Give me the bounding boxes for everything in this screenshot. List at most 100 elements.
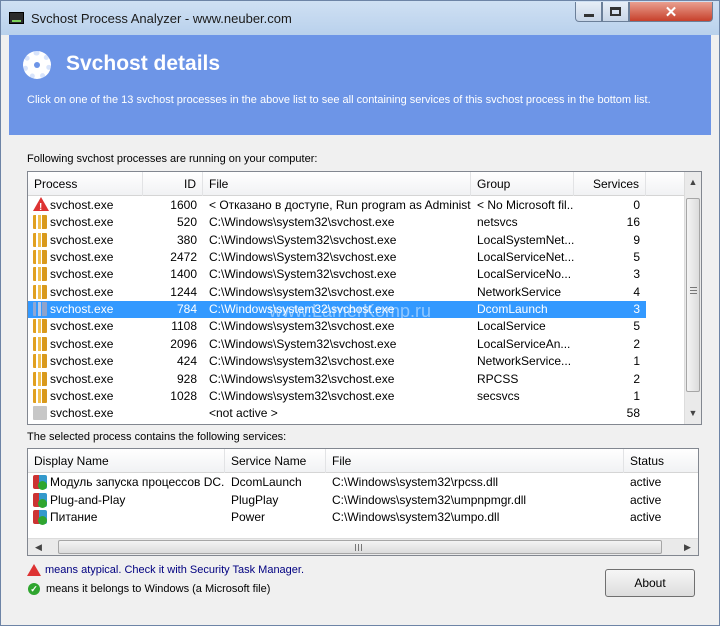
legend-atypical: means atypical. Check it with Security T… xyxy=(27,564,304,577)
process-row[interactable]: svchost.exe 1028 C:\Windows\system32\svcho… xyxy=(28,388,646,405)
process-cell-services: 3 xyxy=(633,302,640,317)
maximize-button[interactable] xyxy=(602,2,629,22)
service-cell-file: C:\Windows\system32\umpo.dll xyxy=(332,510,500,524)
process-cell-process: svchost.exe xyxy=(50,232,114,247)
scroll-up-icon[interactable]: ▲ xyxy=(685,174,701,191)
process-cell-file: C:\Windows\system32\svchost.exe xyxy=(209,284,395,299)
process-cell-process: svchost.exe xyxy=(50,302,114,317)
process-cell-id: 1600 xyxy=(170,198,197,212)
service-cell-status: active xyxy=(630,510,662,524)
app-icon xyxy=(9,12,24,24)
process-cell-group: NetworkService... xyxy=(477,354,572,369)
process-row[interactable]: svchost.exe 2472 C:\Windows\System32\svcho… xyxy=(28,249,646,266)
service-row[interactable]: Питание Power C:\Windows\system32\umpo.dll… xyxy=(28,509,698,526)
warning-icon xyxy=(27,564,41,577)
process-cell-file: C:\Windows\System32\svchost.exe xyxy=(209,336,397,351)
process-row[interactable]: svchost.exe 1244 C:\Windows\system32\svcho… xyxy=(28,284,646,301)
process-cell-group: NetworkService xyxy=(477,284,562,299)
service-cell-display_name: Plug-and-Play xyxy=(50,492,126,507)
services-list[interactable]: Display Name Service Name File Status Мо… xyxy=(27,448,699,556)
process-row[interactable]: svchost.exe 424 C:\Windows\system32\svchos… xyxy=(28,353,646,370)
process-cell-services: 1 xyxy=(633,388,640,403)
process-row[interactable]: svchost.exe 928 C:\Windows\system32\svchos… xyxy=(28,371,646,388)
process-cell-process: svchost.exe xyxy=(50,198,114,212)
scroll-thumb[interactable] xyxy=(58,540,662,554)
process-cell-process: svchost.exe xyxy=(50,336,114,351)
service-row[interactable]: Plug-and-Play PlugPlay C:\Windows\system32… xyxy=(28,492,698,509)
column-header-group[interactable]: Group xyxy=(471,172,574,196)
title-bar[interactable]: Svchost Process Analyzer - www.neuber.co… xyxy=(1,1,719,35)
process-cell-services: 5 xyxy=(633,250,640,265)
process-cell-services: 2 xyxy=(633,336,640,351)
column-header-process[interactable]: Process xyxy=(28,172,143,196)
maximize-icon xyxy=(610,7,621,16)
minimize-button[interactable] xyxy=(575,2,602,22)
header-description: Click on one of the 13 svchost processes… xyxy=(27,94,651,106)
process-cell-process: svchost.exe xyxy=(50,371,114,386)
column-header-file[interactable]: File xyxy=(326,449,624,473)
process-row[interactable]: svchost.exe 1600 < Отказано в доступе, Run… xyxy=(28,197,646,216)
close-button[interactable]: ✕ xyxy=(629,2,713,22)
process-cell-file: <not active > xyxy=(209,406,278,421)
check-icon: ✓ xyxy=(28,583,40,596)
services-list-hscrollbar[interactable]: ◀ ▶ xyxy=(28,538,698,555)
process-cell-id: 380 xyxy=(176,232,197,247)
process-cell-file: C:\Windows\system32\svchost.exe xyxy=(209,354,395,369)
process-cell-file: C:\Windows\System32\svchost.exe xyxy=(209,250,397,265)
process-cell-group: LocalService xyxy=(477,319,546,334)
process-cell-group: LocalSystemNet... xyxy=(477,232,574,247)
column-header-service-name[interactable]: Service Name xyxy=(225,449,326,473)
column-header-id[interactable]: ID xyxy=(143,172,203,196)
scroll-thumb[interactable] xyxy=(686,198,700,392)
process-row[interactable]: svchost.exe 1400 C:\Windows\System32\svcho… xyxy=(28,266,646,283)
scroll-left-icon[interactable]: ◀ xyxy=(30,539,47,555)
process-cell-process: svchost.exe xyxy=(50,284,114,299)
atypical-link[interactable]: means atypical. Check it with Security T… xyxy=(45,564,304,576)
process-row[interactable]: svchost.exe <not active > 58 xyxy=(28,405,646,422)
processes-label: Following svchost processes are running … xyxy=(27,153,318,165)
process-cell-id: 784 xyxy=(176,302,197,317)
scroll-right-icon[interactable]: ▶ xyxy=(679,539,696,555)
details-header: Svchost details Click on one of the 13 s… xyxy=(9,35,711,135)
process-cell-file: C:\Windows\System32\svchost.exe xyxy=(209,267,397,282)
column-header-status[interactable]: Status xyxy=(624,449,698,473)
process-cell-id: 928 xyxy=(176,371,197,386)
scroll-down-icon[interactable]: ▼ xyxy=(685,405,701,422)
process-cell-group: netsvcs xyxy=(477,215,518,230)
about-button[interactable]: About xyxy=(605,569,695,597)
process-cell-group xyxy=(477,405,574,422)
process-cell-id: 1028 xyxy=(170,388,197,403)
process-cell-id: 1244 xyxy=(170,284,197,299)
minimize-icon xyxy=(583,14,594,17)
column-header-services[interactable]: Services xyxy=(574,172,646,196)
service-cell-status: active xyxy=(630,492,662,507)
process-cell-process: svchost.exe xyxy=(50,250,114,265)
process-cell-file: < Отказано в доступе, Run program as Adm… xyxy=(209,198,471,212)
column-header-file[interactable]: File xyxy=(203,172,471,196)
process-cell-process: svchost.exe xyxy=(50,267,114,282)
header-title: Svchost details xyxy=(66,52,221,75)
process-row[interactable]: svchost.exe 2096 C:\Windows\System32\svcho… xyxy=(28,336,646,353)
process-cell-group: < No Microsoft fil... xyxy=(477,198,574,212)
close-icon: ✕ xyxy=(664,3,678,21)
process-cell-services: 2 xyxy=(633,371,640,386)
service-cell-display_name: Питание xyxy=(50,510,98,524)
watermark: www.LamerKomp.ru xyxy=(269,301,432,321)
process-cell-id xyxy=(143,405,197,422)
service-cell-display_name: Модуль запуска процессов DC... xyxy=(50,475,225,489)
process-list[interactable]: Process ID File Group Services svchost.e… xyxy=(27,171,702,425)
process-cell-services: 0 xyxy=(633,198,640,212)
service-row[interactable]: Модуль запуска процессов DC... DcomLaunch… xyxy=(28,474,698,491)
process-row[interactable]: svchost.exe 520 C:\Windows\system32\svchos… xyxy=(28,214,646,231)
process-list-vscrollbar[interactable]: ▲ ▼ xyxy=(684,172,701,424)
process-cell-group: DcomLaunch xyxy=(477,302,548,317)
process-cell-services: 4 xyxy=(633,284,640,299)
column-header-display-name[interactable]: Display Name xyxy=(28,449,225,473)
process-cell-process: svchost.exe xyxy=(50,388,114,403)
window-title: Svchost Process Analyzer - www.neuber.co… xyxy=(31,11,292,26)
services-list-header: Display Name Service Name File Status xyxy=(28,449,698,473)
process-cell-file: C:\Windows\system32\svchost.exe xyxy=(209,371,395,386)
process-row[interactable]: svchost.exe 380 C:\Windows\System32\svchos… xyxy=(28,232,646,249)
gear-icon xyxy=(23,51,51,79)
process-cell-services: 58 xyxy=(626,406,640,421)
